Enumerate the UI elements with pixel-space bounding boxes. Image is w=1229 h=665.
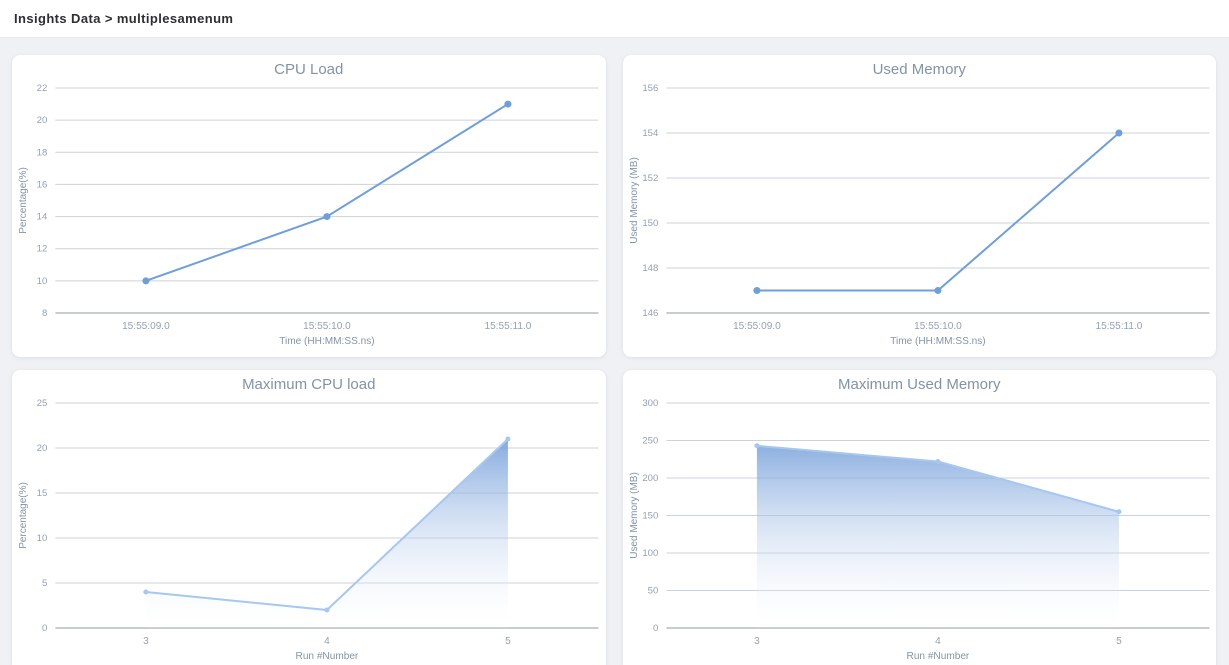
svg-text:15:55:10.0: 15:55:10.0 [303, 321, 351, 332]
svg-text:5: 5 [1116, 636, 1122, 647]
svg-text:3: 3 [143, 636, 149, 647]
svg-text:156: 156 [642, 83, 658, 94]
svg-text:15:55:10.0: 15:55:10.0 [914, 321, 962, 332]
max-used-memory-chart[interactable]: 300 250 200 150 100 50 0 3 4 5 Run #Number Used Mem… [623, 370, 1217, 665]
chart-card-max-used-memory: Maximum Used Memory 300 250 200 150 100 50 0 3 4… [623, 370, 1217, 665]
svg-text:15:55:11.0: 15:55:11.0 [484, 321, 531, 332]
svg-text:15:55:09.0: 15:55:09.0 [122, 321, 170, 332]
svg-text:4: 4 [324, 636, 330, 647]
svg-text:4: 4 [935, 636, 941, 647]
svg-text:22: 22 [37, 83, 48, 94]
svg-text:25: 25 [37, 398, 48, 409]
max-cpu-load-chart[interactable]: 25 20 15 10 5 0 3 4 5 Run #Number Percentage(%) [12, 370, 606, 665]
svg-text:5: 5 [505, 636, 511, 647]
svg-text:Used Memory (MB): Used Memory (MB) [629, 472, 640, 559]
svg-text:14: 14 [37, 212, 48, 223]
svg-text:20: 20 [37, 443, 48, 454]
svg-text:12: 12 [37, 244, 48, 255]
used-memory-chart[interactable]: 156 154 152 150 148 146 15:55:09.0 15:55:10.0 15… [623, 55, 1217, 357]
svg-text:50: 50 [647, 586, 658, 597]
svg-text:300: 300 [642, 398, 658, 409]
svg-text:0: 0 [652, 623, 657, 634]
svg-text:200: 200 [642, 473, 658, 484]
svg-text:Time (HH:MM:SS.ns): Time (HH:MM:SS.ns) [890, 336, 985, 347]
chart-card-used-memory: Used Memory 156 154 152 150 148 146 15:55:09.0… [623, 55, 1217, 357]
svg-text:15:55:11.0: 15:55:11.0 [1095, 321, 1142, 332]
svg-text:152: 152 [642, 173, 658, 184]
svg-text:10: 10 [37, 533, 48, 544]
svg-text:3: 3 [754, 636, 760, 647]
cpu-load-chart[interactable]: 22 20 18 16 14 12 10 8 15:55:09.0 15:55:10.0 15:55… [12, 55, 606, 357]
svg-text:20: 20 [37, 115, 48, 126]
svg-text:Percentage(%): Percentage(%) [18, 167, 29, 234]
svg-text:10: 10 [37, 276, 48, 287]
svg-text:Used Memory (MB): Used Memory (MB) [629, 157, 640, 244]
svg-text:5: 5 [42, 578, 47, 589]
svg-text:18: 18 [37, 147, 48, 158]
svg-text:8: 8 [42, 308, 47, 319]
chart-title-used-memory: Used Memory [623, 61, 1217, 78]
svg-text:146: 146 [642, 308, 658, 319]
top-bar: Insights Data > multiplesamenum [0, 0, 1229, 38]
chart-title-max-cpu-load: Maximum CPU load [12, 376, 606, 393]
svg-text:148: 148 [642, 263, 658, 274]
svg-text:16: 16 [37, 179, 48, 190]
svg-text:250: 250 [642, 436, 658, 447]
dashboard-grid: CPU Load 22 20 18 16 14 12 10 8 15:55:09.0 15:55:… [0, 38, 1229, 665]
svg-text:154: 154 [642, 128, 659, 139]
svg-text:0: 0 [42, 623, 47, 634]
chart-title-max-used-memory: Maximum Used Memory [623, 376, 1217, 393]
chart-card-cpu-load: CPU Load 22 20 18 16 14 12 10 8 15:55:09.0 15:55:… [12, 55, 606, 357]
svg-text:15:55:09.0: 15:55:09.0 [733, 321, 781, 332]
chart-title-cpu-load: CPU Load [12, 61, 606, 78]
svg-text:Run #Number: Run #Number [296, 651, 359, 662]
svg-text:Run #Number: Run #Number [906, 651, 969, 662]
svg-text:Time (HH:MM:SS.ns): Time (HH:MM:SS.ns) [279, 336, 374, 347]
svg-text:Percentage(%): Percentage(%) [18, 482, 29, 549]
svg-text:150: 150 [642, 218, 658, 229]
breadcrumb[interactable]: Insights Data > multiplesamenum [14, 11, 233, 26]
svg-text:150: 150 [642, 511, 658, 522]
chart-card-max-cpu-load: Maximum CPU load 25 20 15 10 5 0 3 4 5 Run #Numbe… [12, 370, 606, 665]
svg-text:100: 100 [642, 548, 658, 559]
svg-text:15: 15 [37, 488, 48, 499]
